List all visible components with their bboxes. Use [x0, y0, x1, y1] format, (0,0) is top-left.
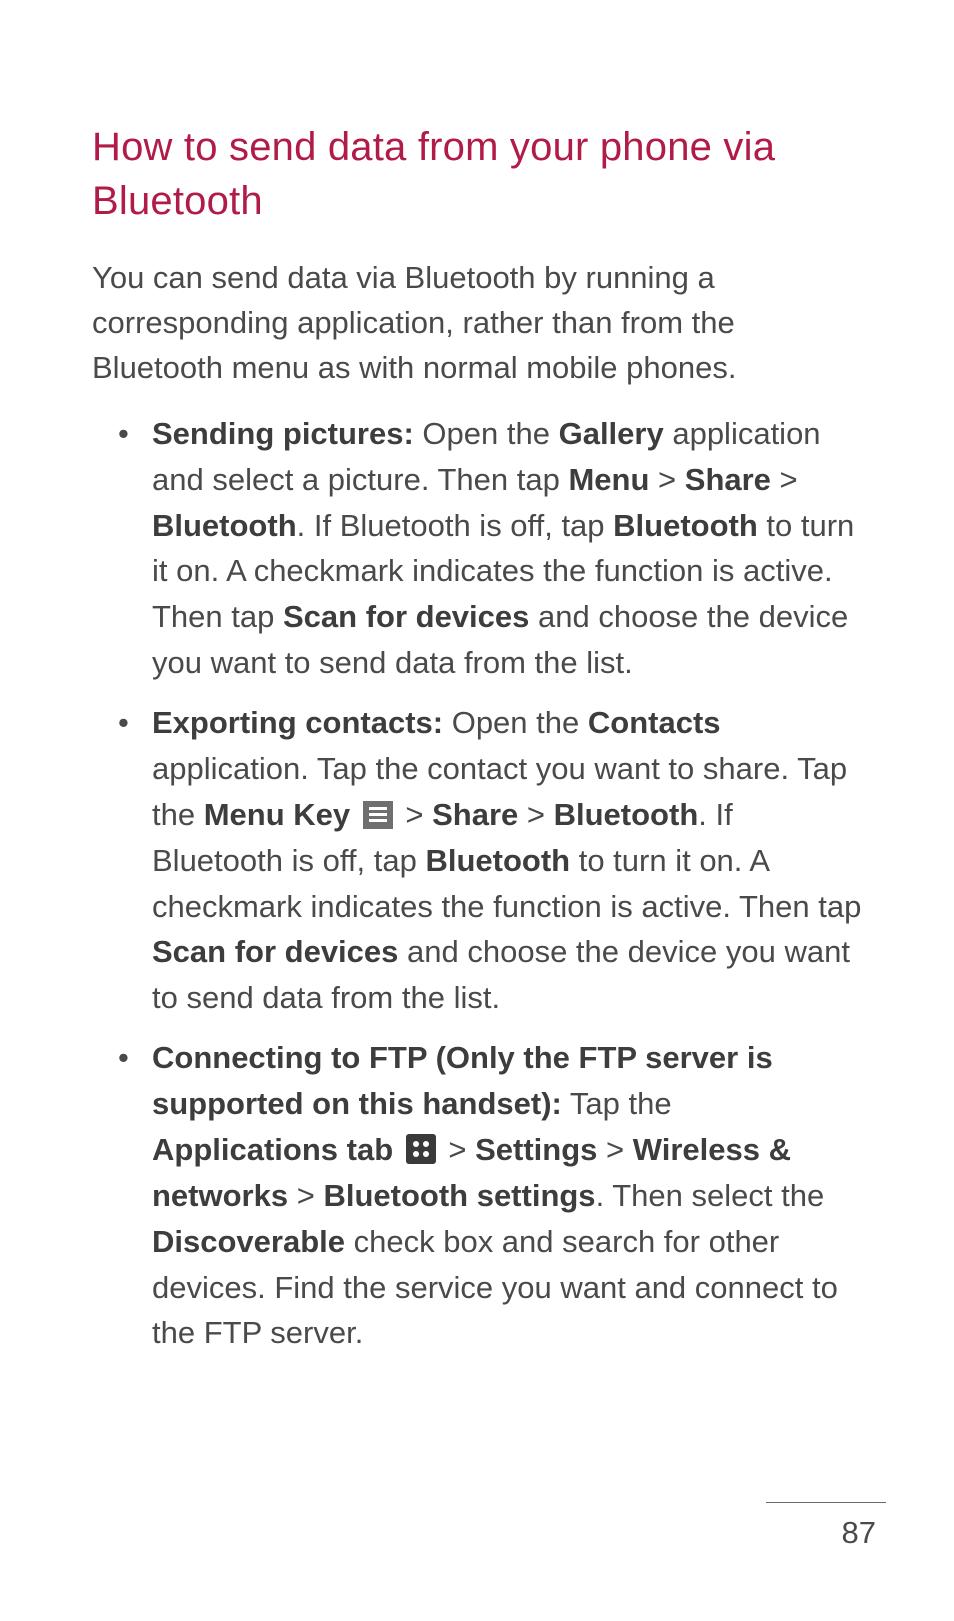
manual-page: How to send data from your phone via Blu… [0, 0, 954, 1621]
bluetooth-label: Bluetooth [152, 508, 297, 543]
list-item: Sending pictures: Open the Gallery appli… [152, 411, 864, 686]
gallery-label: Gallery [559, 416, 664, 451]
discoverable-label: Discoverable [152, 1224, 345, 1259]
share-label: Share [432, 797, 518, 832]
text: Tap the [562, 1086, 672, 1121]
text: Open the [443, 705, 588, 740]
item-lead: Exporting contacts: [152, 705, 443, 740]
text: > [518, 797, 553, 832]
list-item: Connecting to FTP (Only the FTP server i… [152, 1035, 864, 1356]
bluetooth-label: Bluetooth [613, 508, 758, 543]
applications-tab-icon [406, 1134, 436, 1164]
text: . If Bluetooth is off, tap [297, 508, 614, 543]
menu-label: Menu [568, 462, 649, 497]
applications-tab-label: Applications tab [152, 1132, 393, 1167]
scan-label: Scan for devices [283, 599, 529, 634]
intro-paragraph: You can send data via Bluetooth by runni… [92, 256, 864, 391]
menu-key-icon [363, 801, 393, 829]
text: > [597, 1132, 632, 1167]
contacts-label: Contacts [588, 705, 721, 740]
menu-key-label: Menu Key [204, 797, 350, 832]
footer-rule [766, 1502, 886, 1503]
item-lead: Connecting to FTP (Only the FTP server i… [152, 1040, 773, 1121]
text: > [288, 1178, 323, 1213]
bluetooth-settings-label: Bluetooth settings [323, 1178, 595, 1213]
text: > [440, 1132, 475, 1167]
item-lead: Sending pictures: [152, 416, 414, 451]
text: > [771, 462, 798, 497]
text: . Then select the [596, 1178, 825, 1213]
instruction-list: Sending pictures: Open the Gallery appli… [92, 411, 864, 1357]
text: > [649, 462, 684, 497]
share-label: Share [685, 462, 771, 497]
text: Open the [414, 416, 559, 451]
bluetooth-label: Bluetooth [554, 797, 699, 832]
list-item: Exporting contacts: Open the Contacts ap… [152, 700, 864, 1021]
page-title: How to send data from your phone via Blu… [92, 120, 864, 228]
text: > [397, 797, 432, 832]
page-number: 87 [842, 1515, 876, 1551]
scan-label: Scan for devices [152, 934, 398, 969]
settings-label: Settings [475, 1132, 597, 1167]
bluetooth-label: Bluetooth [425, 843, 570, 878]
